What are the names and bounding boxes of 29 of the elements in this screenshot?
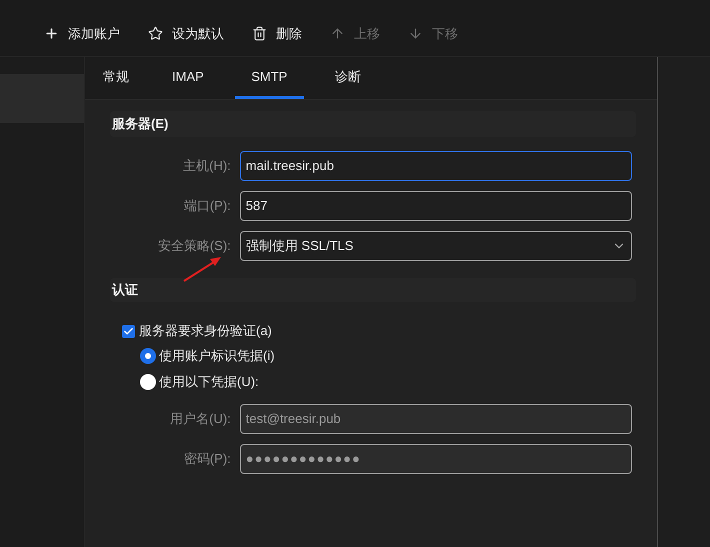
input-field[interactable]: mail.treesir.pub bbox=[240, 151, 632, 181]
tab[interactable]: 诊断 bbox=[322, 57, 373, 99]
field-label: 端口(P): bbox=[182, 197, 232, 216]
radio-button[interactable] bbox=[140, 348, 156, 364]
tab[interactable]: SMTP bbox=[234, 57, 304, 99]
field-label: 主机(H): bbox=[182, 157, 232, 176]
radio-button[interactable] bbox=[140, 374, 156, 390]
section-header: 认证 bbox=[110, 278, 636, 302]
trash-icon bbox=[252, 26, 267, 41]
field-label: 用户名(U): bbox=[169, 410, 232, 428]
field-label: 安全策略(S): bbox=[156, 237, 232, 256]
toolbar-button[interactable]: 添加账户 bbox=[44, 24, 120, 43]
security-dropdown[interactable]: 强制使用 SSL/TLS bbox=[240, 231, 632, 261]
check-icon bbox=[123, 326, 134, 336]
tab[interactable]: IMAP bbox=[160, 57, 216, 99]
input-field[interactable]: 587 bbox=[240, 191, 632, 221]
checkbox-label: 服务器要求身份验证(a) bbox=[139, 322, 272, 340]
field-label: 密码(P): bbox=[182, 450, 232, 468]
annotation-arrow bbox=[182, 255, 222, 283]
tab[interactable]: 常规 bbox=[91, 57, 141, 99]
star-icon bbox=[148, 26, 163, 41]
toolbar-button[interactable]: 设为默认 bbox=[148, 24, 224, 43]
radio-label: 使用以下凭据(U): bbox=[159, 373, 259, 392]
plus-icon bbox=[44, 26, 59, 41]
checkbox[interactable] bbox=[122, 324, 135, 338]
arrow-down-icon bbox=[408, 26, 423, 41]
section-header: 服务器(E) bbox=[110, 111, 636, 137]
radio-label: 使用账户标识凭据(i) bbox=[159, 347, 275, 366]
toolbar-button[interactable]: 删除 bbox=[252, 24, 302, 43]
